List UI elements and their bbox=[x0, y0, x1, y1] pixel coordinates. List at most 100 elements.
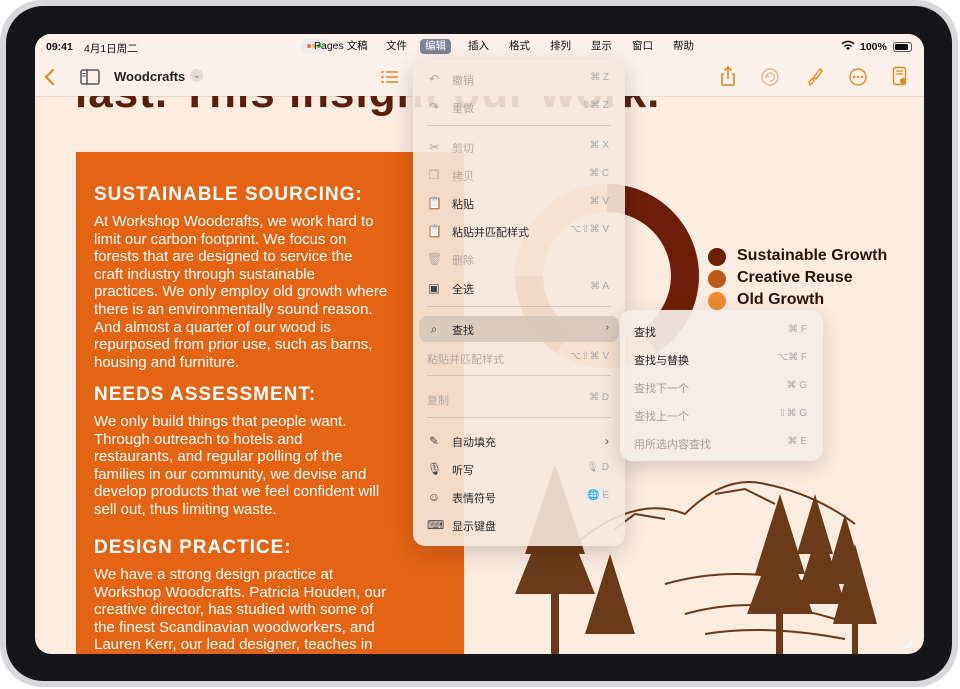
menu-view[interactable]: 显示 bbox=[586, 39, 617, 54]
menu-item-dictation[interactable]: 🎙 听写 🎙 D bbox=[413, 456, 625, 482]
menu-item-label: 粘贴 bbox=[452, 199, 474, 211]
title-chevron-down-icon[interactable]: ⌄ bbox=[190, 69, 203, 82]
undo-icon: ↶ bbox=[428, 72, 440, 86]
menu-item-autofill[interactable]: ✎ 自动填充 › bbox=[413, 428, 625, 454]
menu-separator bbox=[427, 375, 611, 376]
menu-item-redo[interactable]: ↷ 重做 ⇧⌘ Z bbox=[413, 94, 625, 120]
menu-item-shortcut: ⇧⌘ Z bbox=[581, 100, 609, 111]
menu-item-paste-match-style-2[interactable]: 粘贴并匹配样式 ⌥⇧⌘ V bbox=[413, 345, 625, 371]
submenu-item-shortcut: ⌥⌘ F bbox=[776, 352, 807, 363]
more-icon[interactable] bbox=[849, 68, 867, 86]
undo-icon[interactable] bbox=[761, 68, 779, 86]
submenu-item-find-next[interactable]: 查找下一个 ⌘ G bbox=[620, 373, 823, 399]
menu-item-paste[interactable]: 📋 粘贴 ⌘ V bbox=[413, 190, 625, 216]
menu-item-select-all[interactable]: ▣ 全选 ⌘ A bbox=[413, 275, 625, 301]
document-title[interactable]: Woodcrafts bbox=[114, 69, 185, 84]
keyboard-icon: ⌨ bbox=[427, 518, 445, 532]
submenu-item-find-replace[interactable]: 查找与替换 ⌥⌘ F bbox=[620, 345, 823, 371]
menu-item-shortcut: ⌘ V bbox=[589, 196, 609, 207]
submenu-item-shortcut: ⌘ E bbox=[787, 436, 807, 447]
menu-item-paste-match-style[interactable]: 📋 粘贴并匹配样式 ⌥⇧⌘ V bbox=[413, 218, 625, 244]
status-date: 4月1日周二 bbox=[84, 43, 138, 55]
menu-item-label: 显示键盘 bbox=[452, 521, 496, 533]
submenu-item-find-selection[interactable]: 用所选内容查找 ⌘ E bbox=[620, 429, 823, 455]
menu-item-label: 拷贝 bbox=[452, 171, 474, 183]
menu-item-label: 剪切 bbox=[452, 143, 474, 155]
emoji-icon: ☺ bbox=[427, 490, 441, 504]
legend-label: Old Growth bbox=[737, 291, 825, 308]
submenu-item-find-previous[interactable]: 查找上一个 ⇧⌘ G bbox=[620, 401, 823, 427]
scissors-icon: ✂ bbox=[428, 140, 440, 154]
wifi-icon bbox=[841, 40, 855, 50]
menu-item-duplicate[interactable]: 复制 ⌘ D bbox=[413, 386, 625, 412]
menu-item-shortcut: ⌘ Z bbox=[590, 72, 609, 83]
section-needs-assessment: NEEDS ASSESSMENT: We only build things t… bbox=[94, 384, 424, 521]
share-icon[interactable] bbox=[719, 66, 737, 87]
list-icon[interactable] bbox=[381, 70, 399, 84]
menu-item-show-keyboard[interactable]: ⌨ 显示键盘 bbox=[413, 512, 625, 538]
legend-label: Sustainable Growth bbox=[737, 247, 888, 264]
menu-item-shortcut: ⌥⇧⌘ V bbox=[569, 224, 609, 235]
find-icon: ⌕ bbox=[430, 322, 438, 336]
paste-icon: 📋 bbox=[427, 196, 442, 210]
menu-item-label: 删除 bbox=[452, 255, 474, 267]
submenu-item-label: 查找上一个 bbox=[634, 411, 689, 423]
select-all-icon: ▣ bbox=[428, 281, 440, 295]
legend-swatch bbox=[708, 270, 726, 288]
autofill-icon: ✎ bbox=[428, 434, 440, 448]
menu-item-copy[interactable]: ❐ 拷贝 ⌘ C bbox=[413, 162, 625, 188]
menu-pages[interactable]: Pages 文稿 bbox=[309, 39, 373, 54]
menu-item-label: 复制 bbox=[427, 395, 449, 407]
menu-separator bbox=[427, 125, 611, 126]
menu-item-emoji[interactable]: ☺ 表情符号 🌐 E bbox=[413, 484, 625, 510]
document-view-icon[interactable] bbox=[892, 66, 908, 87]
menu-item-cut[interactable]: ✂ 剪切 ⌘ X bbox=[413, 134, 625, 160]
menu-file[interactable]: 文件 bbox=[381, 39, 412, 54]
sidebar-icon[interactable] bbox=[80, 69, 100, 85]
menu-item-find[interactable]: ⌕ 查找 › bbox=[419, 316, 619, 342]
menu-item-label: 全选 bbox=[452, 284, 474, 296]
paste-match-icon: 📋 bbox=[427, 224, 442, 238]
submenu-item-find[interactable]: 查找 ⌘ F bbox=[620, 317, 823, 343]
submenu-item-label: 查找 bbox=[634, 327, 656, 339]
legend-swatch bbox=[708, 248, 726, 266]
menu-arrange[interactable]: 排列 bbox=[545, 39, 576, 54]
chevron-right-icon: › bbox=[605, 322, 609, 333]
menu-item-label: 查找 bbox=[452, 325, 474, 337]
menu-item-label: 粘贴并匹配样式 bbox=[452, 227, 529, 239]
screen: 09:41 4月1日周二 Pages 文稿 文件 编辑 插入 格式 排列 显示 … bbox=[35, 34, 924, 654]
text-box[interactable]: SUSTAINABLE SOURCING: At Workshop Woodcr… bbox=[76, 152, 464, 654]
copy-icon: ❐ bbox=[428, 168, 440, 182]
mic-icon: 🎙 bbox=[427, 462, 443, 476]
menu-item-label: 自动填充 bbox=[452, 437, 496, 449]
legend-label: Creative Reuse bbox=[737, 269, 853, 286]
menu-item-shortcut: ⌘ D bbox=[589, 392, 609, 403]
menu-help[interactable]: 帮助 bbox=[668, 39, 699, 54]
legend-swatch bbox=[708, 292, 726, 310]
menu-item-label: 重做 bbox=[452, 103, 474, 115]
menu-item-shortcut: ⌘ X bbox=[589, 140, 609, 151]
menu-format[interactable]: 格式 bbox=[504, 39, 535, 54]
menu-window[interactable]: 窗口 bbox=[627, 39, 658, 54]
menu-item-label: 听写 bbox=[452, 465, 474, 477]
submenu-item-shortcut: ⌘ G bbox=[786, 380, 807, 391]
menu-item-undo[interactable]: ↶ 撤销 ⌘ Z bbox=[413, 66, 625, 92]
section-heading: NEEDS ASSESSMENT: bbox=[94, 384, 317, 405]
redo-icon: ↷ bbox=[428, 100, 440, 114]
section-design-practice: DESIGN PRACTICE: We have a strong design… bbox=[94, 537, 424, 654]
trash-icon: 🗑 bbox=[427, 252, 443, 266]
submenu-item-label: 查找下一个 bbox=[634, 383, 689, 395]
menu-item-shortcut: ⌥⇧⌘ V bbox=[569, 351, 609, 362]
menu-item-label: 撤销 bbox=[452, 75, 474, 87]
status-time: 09:41 bbox=[46, 41, 73, 53]
battery-percent: 100% bbox=[860, 41, 887, 53]
menu-item-delete[interactable]: 🗑 删除 bbox=[413, 246, 625, 272]
back-chevron-icon[interactable] bbox=[43, 68, 55, 86]
resize-corner-icon[interactable] bbox=[890, 636, 916, 652]
menu-item-shortcut: 🌐 E bbox=[587, 490, 609, 501]
menu-insert[interactable]: 插入 bbox=[463, 39, 494, 54]
battery-icon bbox=[893, 42, 912, 52]
menu-item-label: 表情符号 bbox=[452, 493, 496, 505]
menu-edit[interactable]: 编辑 bbox=[420, 39, 451, 54]
paintbrush-icon[interactable] bbox=[806, 67, 824, 87]
